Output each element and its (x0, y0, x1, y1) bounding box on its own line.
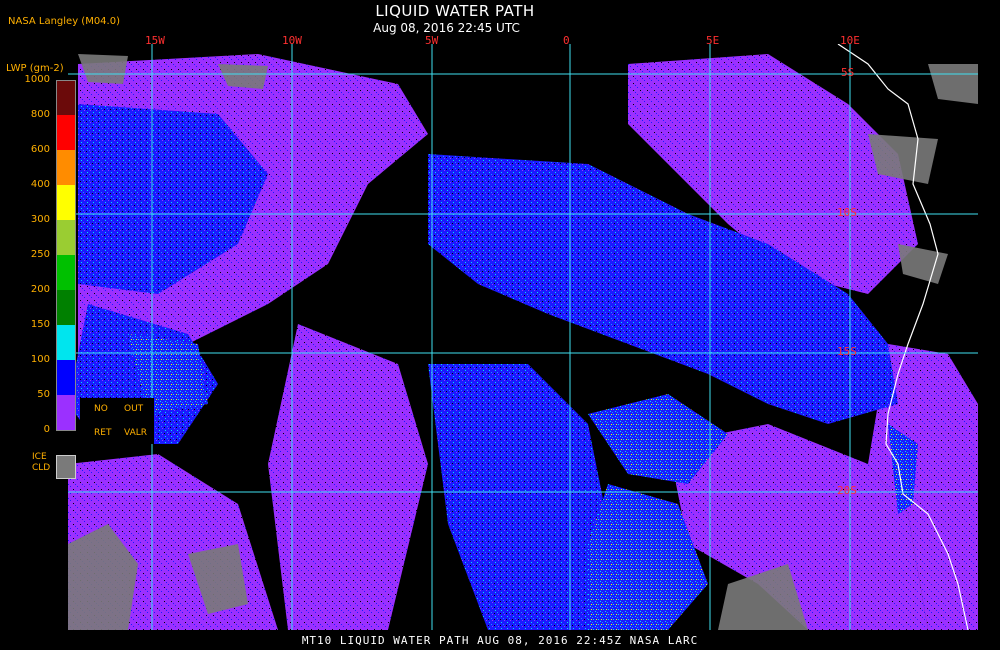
legend-no-out-box: NO OUT RET VALR (80, 398, 154, 444)
out-of-range-label-2: VALR (124, 428, 148, 438)
map-title: LIQUID WATER PATH (375, 2, 535, 20)
legend-color-swatch (56, 115, 76, 150)
ice-cloud-label-line1: ICE (32, 452, 47, 462)
no-retrieval-label-2: RET (94, 428, 112, 438)
legend-color-swatch (56, 290, 76, 325)
ice-cloud-swatch (56, 455, 76, 479)
legend-tick-label: 250 (30, 249, 50, 260)
footer-caption: MT10 LIQUID WATER PATH AUG 08, 2016 22:4… (301, 634, 699, 647)
ice-cloud-label-line2: CLD (32, 463, 51, 473)
legend-color-swatch (56, 325, 76, 360)
legend-tick-label: 200 (30, 284, 50, 295)
legend-tick-label: 400 (30, 179, 50, 190)
lat-label-15s: 15S (837, 345, 857, 358)
lwp-map (68, 44, 978, 630)
legend-color-swatch (56, 395, 76, 430)
legend-tick-label: 600 (30, 144, 50, 155)
ice-cloud-label: ICE CLD (32, 452, 50, 474)
legend-tick-label: 1000 (24, 74, 50, 85)
legend-color-swatch (56, 80, 76, 116)
legend-tick-label: 100 (30, 354, 50, 365)
out-of-range-label: OUT (124, 404, 144, 414)
lat-label-20s: 20S (837, 484, 857, 497)
legend-color-swatch (56, 430, 76, 431)
legend-unit-label: LWP (gm-2) (6, 63, 64, 74)
legend-color-swatch (56, 150, 76, 185)
legend-tick-label: 0 (43, 424, 50, 435)
legend-tick-label: 300 (30, 214, 50, 225)
lwp-map-svg (68, 44, 978, 630)
lat-label-10s: 10S (837, 206, 857, 219)
no-retrieval-label: NO (94, 404, 108, 414)
legend-color-swatch (56, 220, 76, 255)
legend-tick-label: 800 (30, 109, 50, 120)
legend-color-swatch (56, 360, 76, 395)
legend-color-swatch (56, 185, 76, 220)
legend-tick-label: 50 (37, 389, 50, 400)
legend-color-swatch (56, 255, 76, 290)
legend-tick-label: 150 (30, 319, 50, 330)
map-datetime: Aug 08, 2016 22:45 UTC (373, 21, 520, 35)
lat-label-5s: 5S (841, 66, 855, 79)
